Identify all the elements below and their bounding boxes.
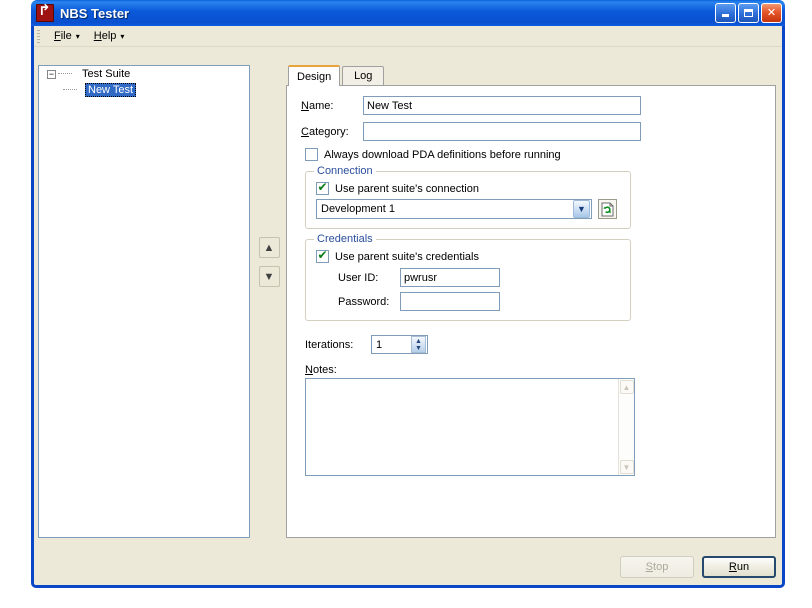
category-label: Category: [301,126,363,138]
reorder-buttons: ▲ ▼ [256,237,282,287]
move-up-button[interactable]: ▲ [258,237,280,258]
tree-connector-icon [63,89,77,91]
stop-button-label: top [653,561,669,573]
main-content: − Test Suite New Test ▲ ▼ Design Log Nam… [34,47,782,585]
always-download-label: Always download PDA definitions before r… [324,148,561,161]
minimize-button[interactable] [715,3,736,23]
move-down-button[interactable]: ▼ [258,266,280,287]
user-id-input[interactable]: pwrusr [400,268,500,287]
notes-label-mnemonic: N [305,364,313,376]
password-input[interactable] [400,292,500,311]
test-tree-panel[interactable]: − Test Suite New Test [38,65,250,538]
tree-expander-icon[interactable]: − [47,69,56,79]
application-window: NBS Tester ✕ File▾ Help▾ − [31,0,785,588]
notes-label: Notes: [305,364,761,376]
design-form: Name: New Test Category: Always download… [287,86,775,486]
credentials-group: Credentials Use parent suite's credentia… [305,233,631,321]
refresh-connections-button[interactable] [598,199,617,219]
menu-bar: File ▾ Help ▾ [34,26,782,47]
iterations-row: Iterations: 1 ▲ ▼ [305,335,761,354]
tab-strip: Design Log [286,65,776,86]
tab-design[interactable]: Design [288,65,341,86]
iterations-value: 1 [376,338,383,351]
credentials-group-legend: Credentials [314,233,376,245]
use-parent-connection-row[interactable]: Use parent suite's connection [316,180,620,195]
stepper-up-icon[interactable]: ▲ [415,338,422,345]
title-bar: NBS Tester ✕ [31,0,785,26]
use-parent-credentials-label: Use parent suite's credentials [335,250,479,263]
maximize-icon [739,4,758,22]
password-label: Password: [338,295,390,308]
run-button[interactable]: Run [702,556,776,578]
menu-help-label: elp [101,30,117,42]
tree-node-label: Test Suite [82,68,131,80]
use-parent-credentials-checkbox[interactable] [316,248,329,263]
stepper-buttons[interactable]: ▲ ▼ [411,336,426,353]
iterations-stepper[interactable]: 1 ▲ ▼ [371,335,428,354]
refresh-icon [601,202,614,216]
menu-item-file[interactable]: File ▾ [47,28,87,44]
use-parent-connection-label: Use parent suite's connection [335,182,479,195]
always-download-checkbox[interactable] [305,148,318,161]
tree-connector-icon [58,73,72,75]
menu-gripper-icon[interactable] [36,29,44,43]
stop-button[interactable]: Stop [620,556,694,578]
tab-log[interactable]: Log [342,66,385,85]
close-icon: ✕ [766,6,777,19]
name-row: Name: New Test [301,96,761,115]
use-parent-credentials-row[interactable]: Use parent suite's credentials [316,248,620,263]
connection-select[interactable]: Development 1 ▼ [316,199,592,219]
notes-label-text: otes: [312,364,337,376]
run-button-label: un [736,561,750,573]
category-label-text: ategory: [308,125,349,138]
window-controls: ✕ [715,3,782,23]
password-row: Password: [338,292,620,311]
close-button[interactable]: ✕ [761,3,782,23]
connection-group: Connection Use parent suite's connection… [305,165,631,229]
chevron-down-icon: ▾ [120,32,125,41]
tree-node-new-test[interactable]: New Test [39,82,249,98]
name-input[interactable]: New Test [363,96,641,115]
notes-textarea[interactable]: ▲ ▼ [305,378,635,476]
always-download-row[interactable]: Always download PDA definitions before r… [305,148,761,161]
connection-select-value: Development 1 [321,203,395,215]
menu-file-mnemonic: F [54,30,61,42]
tree-node-test-suite[interactable]: − Test Suite [39,66,249,82]
tree-node-label-selected: New Test [85,83,137,97]
menu-item-help[interactable]: Help ▾ [87,28,132,44]
menu-help-mnemonic: H [93,30,102,42]
notes-text[interactable] [306,379,618,475]
category-label-mnemonic: C [301,125,309,138]
connection-group-legend: Connection [314,165,376,177]
maximize-button[interactable] [738,3,759,23]
user-id-label: User ID: [338,271,379,284]
scroll-up-icon[interactable]: ▲ [619,380,634,394]
user-id-row: User ID: pwrusr [338,268,620,287]
footer-bar: Stop Run [34,555,776,579]
app-logo-icon [36,2,54,22]
design-tab-panel: Name: New Test Category: Always download… [286,85,776,538]
tab-area: Design Log Name: New Test Category: Alwa… [286,65,776,538]
category-input[interactable] [363,122,641,141]
name-label-mnemonic: N [301,99,309,112]
minimize-icon [716,4,735,22]
name-label-text: ame: [308,99,334,112]
scroll-down-icon[interactable]: ▼ [619,460,634,474]
notes-scrollbar[interactable]: ▲ ▼ [618,379,634,475]
window-title: NBS Tester [60,5,130,21]
use-parent-connection-checkbox[interactable] [316,180,329,195]
run-button-mnemonic: R [728,561,737,573]
menu-file-label: ile [60,30,72,42]
stop-button-mnemonic: S [645,561,654,573]
stepper-down-icon[interactable]: ▼ [415,345,422,352]
chevron-down-icon: ▾ [75,32,80,41]
name-label: Name: [301,100,363,112]
chevron-down-icon[interactable]: ▼ [573,200,590,218]
category-row: Category: [301,122,761,141]
connection-combo-row: Development 1 ▼ [316,199,620,219]
iterations-label: Iterations: [305,338,354,351]
